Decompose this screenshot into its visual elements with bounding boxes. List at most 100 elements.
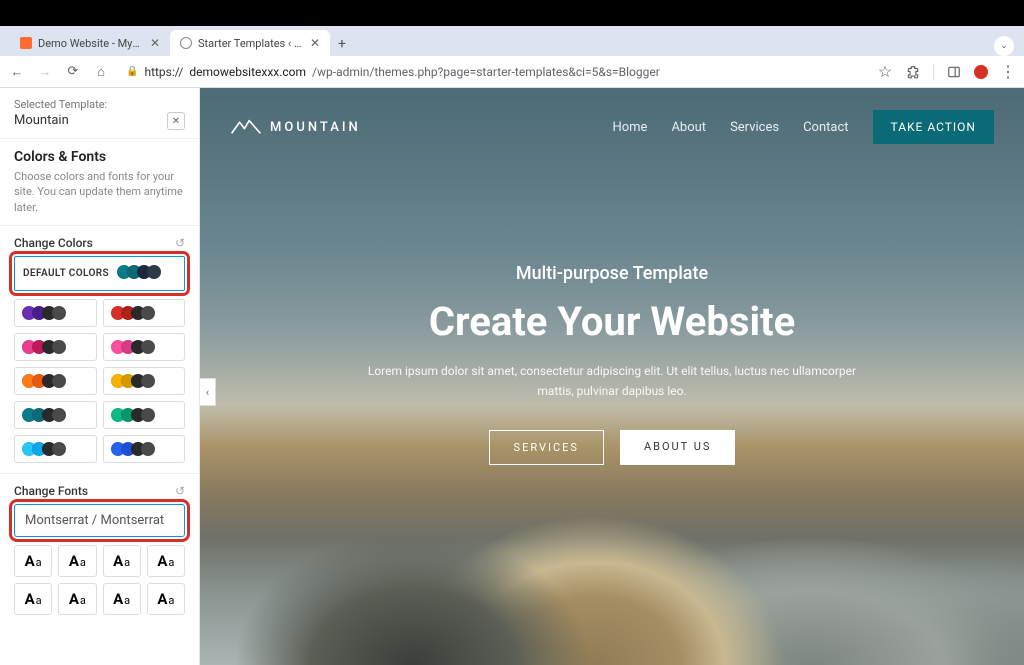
palette-option-3[interactable] — [103, 333, 186, 361]
default-palette-option[interactable]: DEFAULT COLORS — [14, 256, 185, 291]
close-customizer-button[interactable]: ✕ — [167, 112, 185, 130]
color-swatch — [147, 265, 161, 279]
font-sample-lower: a — [124, 556, 130, 569]
selected-template-value: Mountain — [14, 113, 185, 128]
browser-tab-1[interactable]: Starter Templates ‹ Demo Sit ✕ — [170, 30, 330, 56]
hero-title: Create Your Website — [260, 298, 964, 345]
palette-option-8[interactable] — [14, 435, 97, 463]
font-grid: AaAaAaAaAaAaAaAa — [14, 545, 185, 615]
new-tab-button[interactable]: + — [330, 32, 354, 56]
font-sample-upper: A — [69, 590, 79, 608]
mountain-logo-icon — [230, 118, 262, 136]
reload-button[interactable]: ⟳ — [64, 63, 82, 81]
color-swatch — [52, 408, 66, 422]
palette-option-7[interactable] — [103, 401, 186, 429]
url-prefix: https:// — [144, 65, 183, 79]
color-swatch — [141, 408, 155, 422]
font-sample-lower: a — [36, 556, 42, 569]
color-swatch — [52, 306, 66, 320]
font-sample-upper: A — [69, 552, 79, 570]
font-sample-lower: a — [80, 594, 86, 607]
tab-title: Starter Templates ‹ Demo Sit — [198, 37, 304, 50]
font-sample-lower: a — [168, 556, 174, 569]
change-fonts-heading: Change Fonts — [14, 484, 88, 498]
profile-avatar[interactable] — [974, 65, 988, 79]
font-sample-upper: A — [113, 590, 123, 608]
palette-option-1[interactable] — [103, 299, 186, 327]
address-bar[interactable]: 🔒 https:// demowebsitexxx.com/wp-admin/th… — [120, 65, 867, 79]
logo-text: MOUNTAIN — [270, 120, 361, 135]
font-option-7[interactable]: Aa — [147, 583, 185, 615]
site-header: MOUNTAIN Home About Services Contact TAK… — [230, 110, 994, 144]
toolbar-right: ☆ ⋮ — [877, 64, 1016, 80]
hero-description: Lorem ipsum dolor sit amet, consectetur … — [352, 361, 872, 402]
palette-option-2[interactable] — [14, 333, 97, 361]
nav-contact[interactable]: Contact — [803, 120, 848, 135]
nav-home[interactable]: Home — [612, 120, 647, 135]
color-swatch — [52, 340, 66, 354]
lock-icon: 🔒 — [126, 66, 138, 77]
change-colors-header: Change Colors ↺ — [0, 226, 199, 256]
palette-option-0[interactable] — [14, 299, 97, 327]
font-sample-upper: A — [157, 590, 167, 608]
selected-template-label: Selected Template: — [14, 98, 185, 111]
separator — [933, 64, 934, 80]
hero-section: MOUNTAIN Home About Services Contact TAK… — [200, 88, 1024, 665]
close-icon[interactable]: ✕ — [150, 36, 160, 50]
reset-colors-button[interactable]: ↺ — [175, 236, 185, 250]
about-us-button[interactable]: ABOUT US — [620, 430, 735, 465]
extensions-icon[interactable] — [905, 64, 921, 80]
url-domain: demowebsitexxx.com — [189, 65, 306, 79]
color-swatch — [52, 374, 66, 388]
palette-option-5[interactable] — [103, 367, 186, 395]
side-panel-icon[interactable] — [946, 64, 962, 80]
font-option-4[interactable]: Aa — [14, 583, 52, 615]
home-button[interactable]: ⌂ — [92, 63, 110, 81]
hero-content: Multi-purpose Template Create Your Websi… — [200, 263, 1024, 465]
forward-button[interactable]: → — [36, 63, 54, 81]
app-content: Selected Template: Mountain ✕ Colors & F… — [0, 88, 1024, 665]
color-swatch — [141, 306, 155, 320]
default-palette-label: DEFAULT COLORS — [23, 268, 109, 279]
url-path: /wp-admin/themes.php?page=starter-templa… — [312, 65, 660, 79]
palette-option-4[interactable] — [14, 367, 97, 395]
globe-favicon — [180, 37, 192, 49]
palette-option-6[interactable] — [14, 401, 97, 429]
font-sample-lower: a — [36, 594, 42, 607]
selected-template-section: Selected Template: Mountain ✕ — [0, 88, 199, 139]
nav-services[interactable]: Services — [730, 120, 779, 135]
kinsta-favicon — [20, 37, 32, 49]
nav-about[interactable]: About — [671, 120, 706, 135]
font-sample-lower: a — [80, 556, 86, 569]
font-option-3[interactable]: Aa — [147, 545, 185, 577]
take-action-button[interactable]: TAKE ACTION — [873, 110, 995, 144]
tab-overflow-button[interactable]: ⌄ — [994, 36, 1014, 56]
font-sample-lower: a — [168, 594, 174, 607]
services-button[interactable]: SERVICES — [489, 430, 604, 465]
font-option-6[interactable]: Aa — [103, 583, 141, 615]
color-swatch — [141, 374, 155, 388]
reset-fonts-button[interactable]: ↺ — [175, 484, 185, 498]
color-swatch — [141, 442, 155, 456]
font-sample-upper: A — [25, 590, 35, 608]
browser-tab-0[interactable]: Demo Website - MyKinsta ✕ — [10, 30, 170, 56]
bookmark-icon[interactable]: ☆ — [877, 64, 893, 80]
font-option-2[interactable]: Aa — [103, 545, 141, 577]
colors-fonts-heading: Colors & Fonts — [14, 149, 185, 165]
palette-option-9[interactable] — [103, 435, 186, 463]
font-option-5[interactable]: Aa — [58, 583, 96, 615]
collapse-sidebar-handle[interactable]: ‹ — [200, 378, 216, 406]
colors-fonts-section: Colors & Fonts Choose colors and fonts f… — [0, 139, 199, 226]
change-colors-heading: Change Colors — [14, 236, 93, 250]
menu-icon[interactable]: ⋮ — [1000, 64, 1016, 80]
font-container: Montserrat / Montserrat AaAaAaAaAaAaAaAa — [0, 504, 199, 625]
close-icon[interactable]: ✕ — [310, 36, 320, 50]
browser-toolbar: ← → ⟳ ⌂ 🔒 https:// demowebsitexxx.com/wp-… — [0, 56, 1024, 88]
selected-font-option[interactable]: Montserrat / Montserrat — [14, 504, 185, 537]
back-button[interactable]: ← — [8, 63, 26, 81]
font-option-1[interactable]: Aa — [58, 545, 96, 577]
change-fonts-header: Change Fonts ↺ — [0, 474, 199, 504]
font-option-0[interactable]: Aa — [14, 545, 52, 577]
font-sample-upper: A — [157, 552, 167, 570]
site-logo[interactable]: MOUNTAIN — [230, 118, 361, 136]
